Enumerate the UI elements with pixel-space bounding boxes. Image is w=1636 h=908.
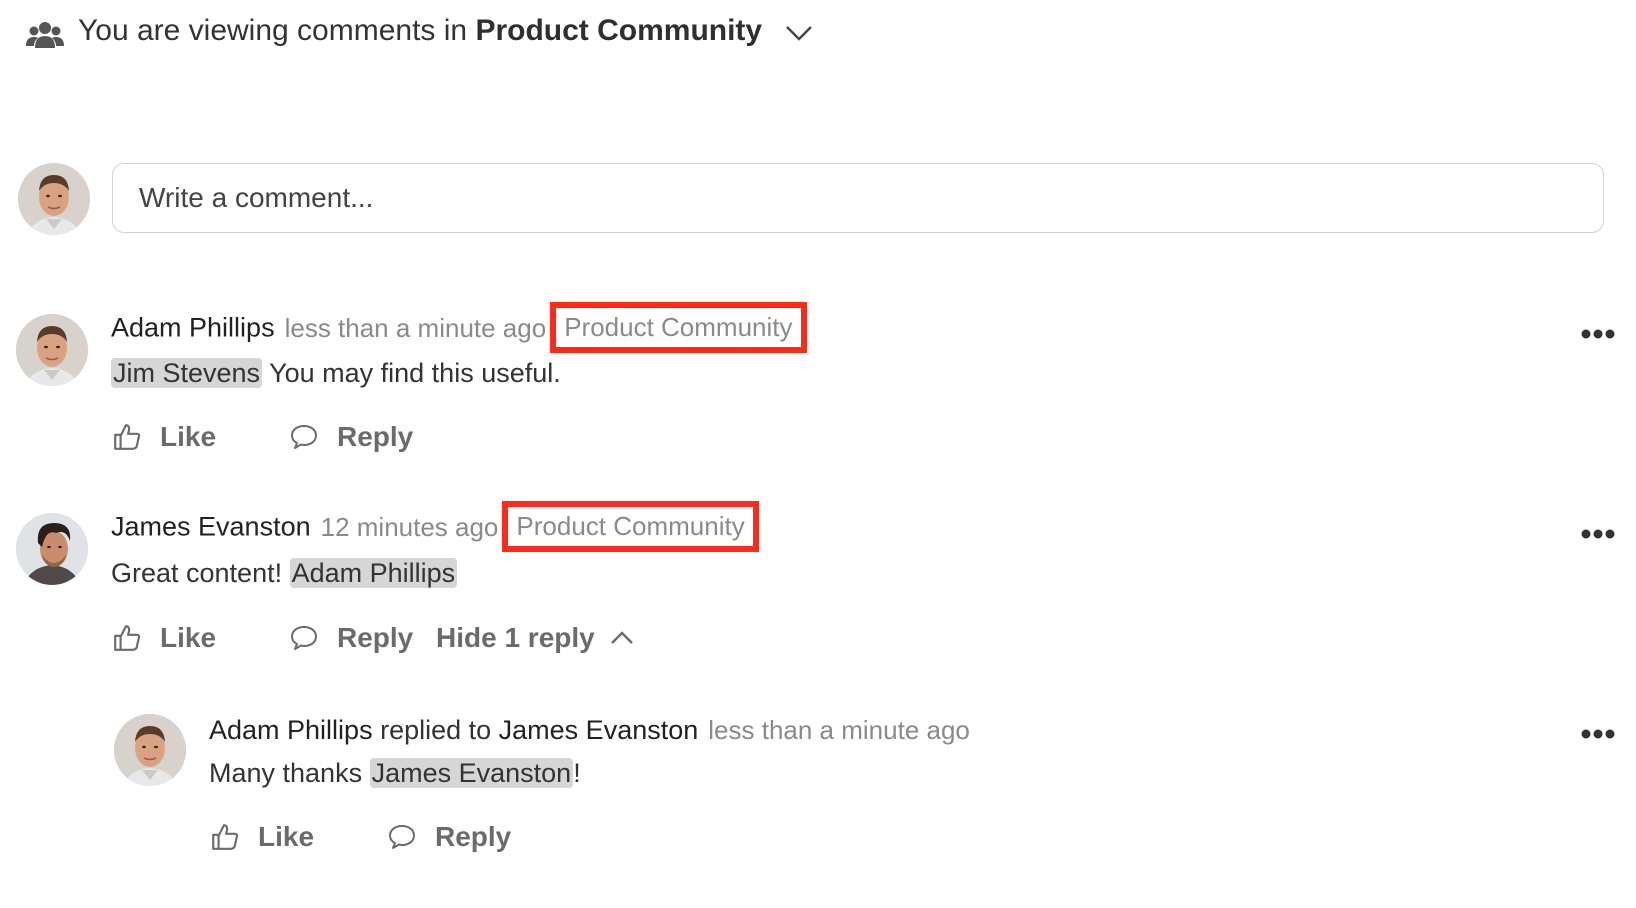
mention-tag[interactable]: Jim Stevens — [111, 358, 263, 388]
context-prefix: You are viewing comments in — [78, 14, 468, 47]
like-button[interactable]: Like — [112, 421, 216, 453]
reply-target-author[interactable]: James Evanston — [499, 715, 699, 745]
comment-body: Great content! Adam Phillips — [111, 558, 458, 589]
like-label: Like — [160, 421, 217, 452]
comment-author[interactable]: James Evanston — [111, 512, 311, 542]
comment-timestamp: 12 minutes ago — [320, 511, 499, 542]
speech-bubble-icon — [289, 423, 319, 451]
reply-button[interactable]: Reply — [387, 821, 511, 853]
comment-text: Great content! — [111, 558, 290, 588]
more-options-icon[interactable] — [1580, 527, 1616, 541]
reply-meta: Adam Phillips replied to James Evanston l… — [209, 715, 970, 746]
reply-body: Many thanks James Evanston! — [209, 758, 581, 789]
comment-meta: Adam Phillips less than a minute ago Produ… — [111, 302, 807, 355]
current-user-avatar — [18, 163, 90, 235]
comment-community-label[interactable]: Product Community — [502, 501, 759, 552]
avatar[interactable] — [16, 513, 88, 585]
thumbs-up-icon — [112, 623, 142, 653]
comment-community-label[interactable]: Product Community — [550, 302, 807, 353]
reply-label: Reply — [435, 821, 512, 852]
speech-bubble-icon — [387, 823, 417, 851]
comment-meta: James Evanston 12 minutes ago Product Comm… — [111, 501, 759, 554]
more-options-icon[interactable] — [1580, 327, 1616, 341]
reply-button[interactable]: Reply — [289, 421, 413, 453]
more-options-icon[interactable] — [1580, 727, 1616, 741]
avatar[interactable] — [16, 314, 88, 386]
like-button[interactable]: Like — [112, 622, 216, 654]
reply-button[interactable]: Reply — [289, 622, 413, 654]
thumbs-up-icon — [112, 422, 142, 452]
mention-tag[interactable]: James Evanston — [369, 758, 574, 788]
mention-tag[interactable]: Adam Phillips — [289, 558, 458, 588]
context-community-name: Product Community — [475, 14, 763, 47]
reply-timestamp: less than a minute ago — [708, 715, 970, 745]
reply-label: Reply — [337, 421, 414, 452]
chevron-up-icon — [610, 631, 633, 644]
like-label: Like — [160, 622, 217, 653]
like-button[interactable]: Like — [210, 821, 314, 853]
avatar[interactable] — [114, 714, 186, 786]
comment-text: You may find this useful. — [262, 358, 561, 388]
reply-suffix: ! — [573, 758, 581, 788]
speech-bubble-icon — [289, 624, 319, 652]
comment-author[interactable]: Adam Phillips — [111, 313, 275, 343]
comment-body: Jim Stevens You may find this useful. — [111, 358, 561, 389]
comment-timestamp: less than a minute ago — [284, 312, 547, 343]
chevron-down-icon[interactable] — [784, 22, 814, 44]
reply-label: Reply — [337, 622, 414, 653]
reply-text: Many thanks — [209, 758, 370, 788]
users-icon — [26, 20, 64, 50]
community-context-title: You are viewing comments in Product Comm… — [78, 14, 762, 48]
like-label: Like — [258, 821, 315, 852]
replied-to-label: replied to — [372, 715, 499, 745]
thumbs-up-icon — [210, 822, 240, 852]
reply-author[interactable]: Adam Phillips — [209, 715, 373, 745]
comment-input[interactable] — [112, 163, 1604, 233]
hide-replies-label: Hide 1 reply — [436, 622, 595, 653]
hide-replies-toggle[interactable]: Hide 1 reply — [436, 622, 635, 654]
